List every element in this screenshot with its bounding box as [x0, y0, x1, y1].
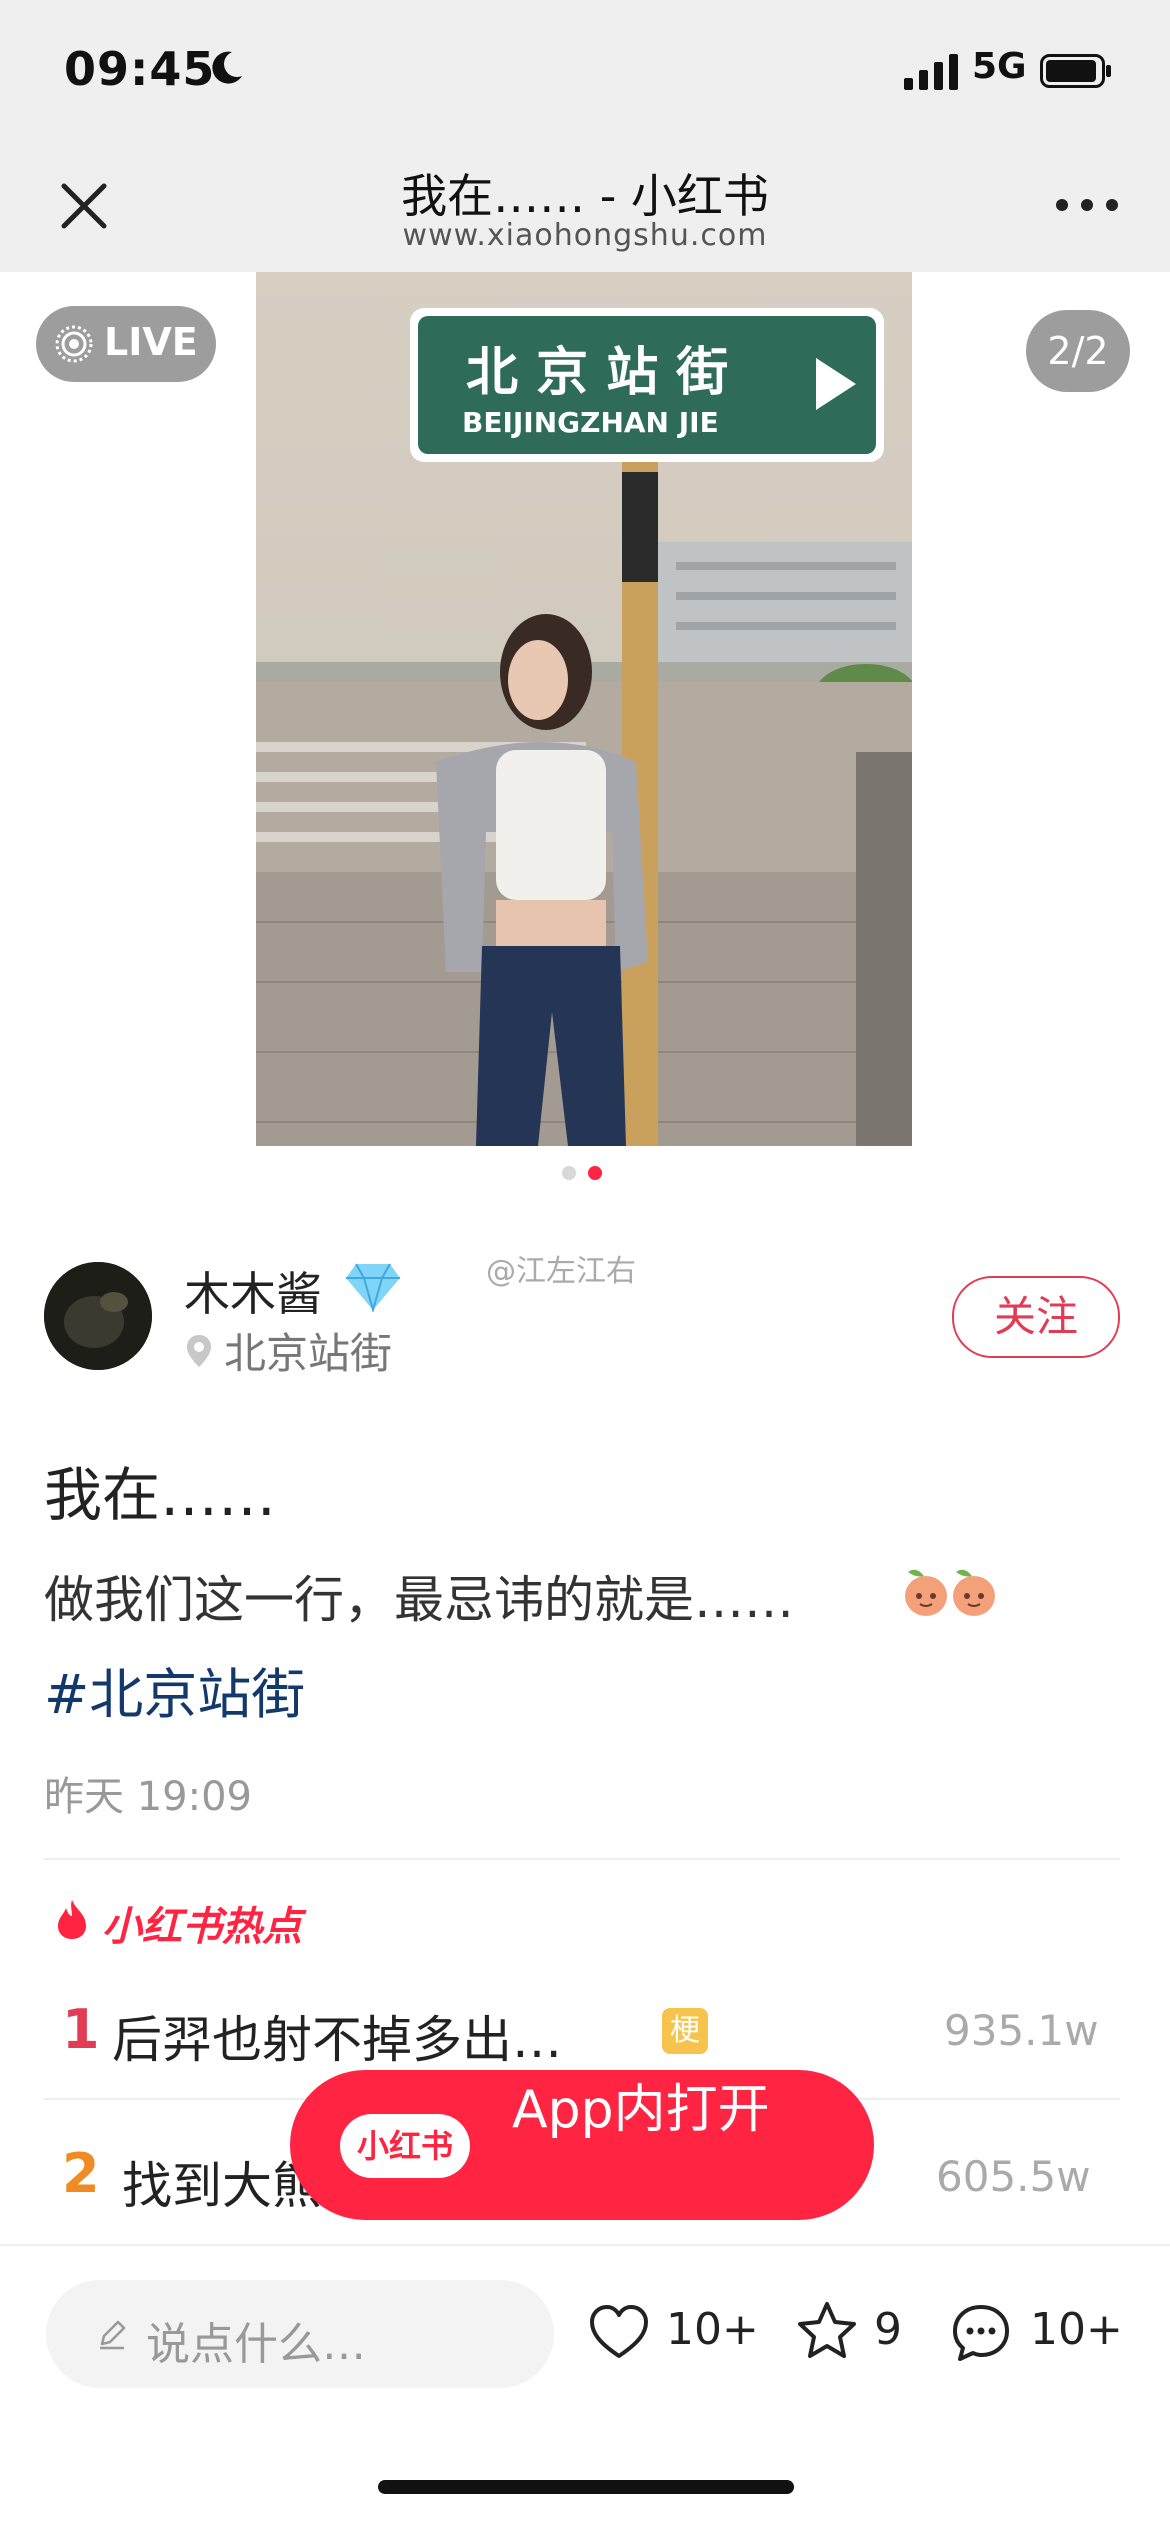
status-time: 09:45	[64, 42, 216, 96]
open-in-app-button[interactable]: 小红书 App内打开	[290, 2070, 874, 2220]
watermark: @江左江右	[486, 1254, 636, 1289]
image-counter: 2/2	[1026, 310, 1130, 392]
peach-emoji-icon	[953, 1569, 995, 1616]
favorite-count: 9	[874, 2304, 902, 2355]
svg-text:北 京 站 街: 北 京 站 街	[466, 343, 728, 403]
like-count: 10+	[666, 2304, 759, 2355]
hot-item-count-2: 605.5w	[936, 2152, 1091, 2201]
moon-icon	[212, 51, 242, 84]
live-badge[interactable]: LIVE	[36, 306, 216, 382]
post-time: 昨天 19:09	[44, 1774, 252, 1820]
post-body: 做我们这一行，最忌讳的就是……	[44, 1571, 794, 1629]
diamond-icon	[346, 1263, 400, 1312]
star-icon[interactable]	[796, 2300, 858, 2362]
hot-rank-1: 1	[62, 1998, 100, 2061]
open-in-app-label: App内打开	[512, 2080, 770, 2140]
more-icon[interactable]	[1052, 192, 1122, 218]
hot-item-count-1: 935.1w	[944, 2006, 1099, 2055]
hot-list-title: 小红书热点	[102, 1904, 302, 1950]
pencil-icon	[100, 2320, 126, 2350]
home-indicator[interactable]	[378, 2480, 794, 2494]
page-url: www.xiaohongshu.com	[402, 218, 768, 253]
app-logo: 小红书	[340, 2114, 470, 2178]
heart-icon[interactable]	[588, 2302, 650, 2364]
signal-icon	[904, 54, 958, 90]
hot-item-tag: 梗	[662, 2008, 708, 2054]
live-label: LIVE	[104, 320, 198, 364]
post-title: 我在……	[44, 1461, 277, 1529]
comment-placeholder: 说点什么…	[146, 2319, 366, 2370]
page-title: 我在…… - 小红书	[401, 169, 769, 223]
avatar[interactable]	[44, 1262, 152, 1370]
network-type: 5G	[972, 46, 1027, 87]
comment-input[interactable]: 说点什么…	[46, 2280, 554, 2388]
comment-count: 10+	[1030, 2304, 1123, 2355]
hot-rank-2: 2	[62, 2142, 100, 2205]
live-icon	[55, 325, 93, 363]
follow-button[interactable]: 关注	[952, 1276, 1120, 1358]
author-name[interactable]: 木木酱	[184, 1258, 322, 1324]
carousel-dot[interactable]	[562, 1166, 576, 1180]
battery-icon	[1040, 54, 1111, 88]
svg-text:BEIJINGZHAN JIE: BEIJINGZHAN JIE	[462, 406, 719, 439]
post-photo[interactable]: 北 京 站 街 BEIJINGZHAN JIE	[256, 272, 912, 1146]
carousel-dot-active[interactable]	[588, 1166, 602, 1180]
hot-item-text-1[interactable]: 后羿也射不掉多出…	[112, 2000, 562, 2072]
hashtag-link[interactable]: #北京站街	[44, 1650, 305, 1729]
peach-emoji-icon	[905, 1569, 947, 1616]
divider	[44, 1858, 1120, 1860]
location-icon	[187, 1335, 211, 1367]
comment-icon[interactable]	[950, 2302, 1012, 2364]
flame-icon	[58, 1900, 86, 1939]
browser-header: 09:45 5G 我在…… - 小红书 www.xiaohongshu.com	[0, 0, 1170, 272]
location-label[interactable]: 北京站街	[224, 1320, 392, 1381]
